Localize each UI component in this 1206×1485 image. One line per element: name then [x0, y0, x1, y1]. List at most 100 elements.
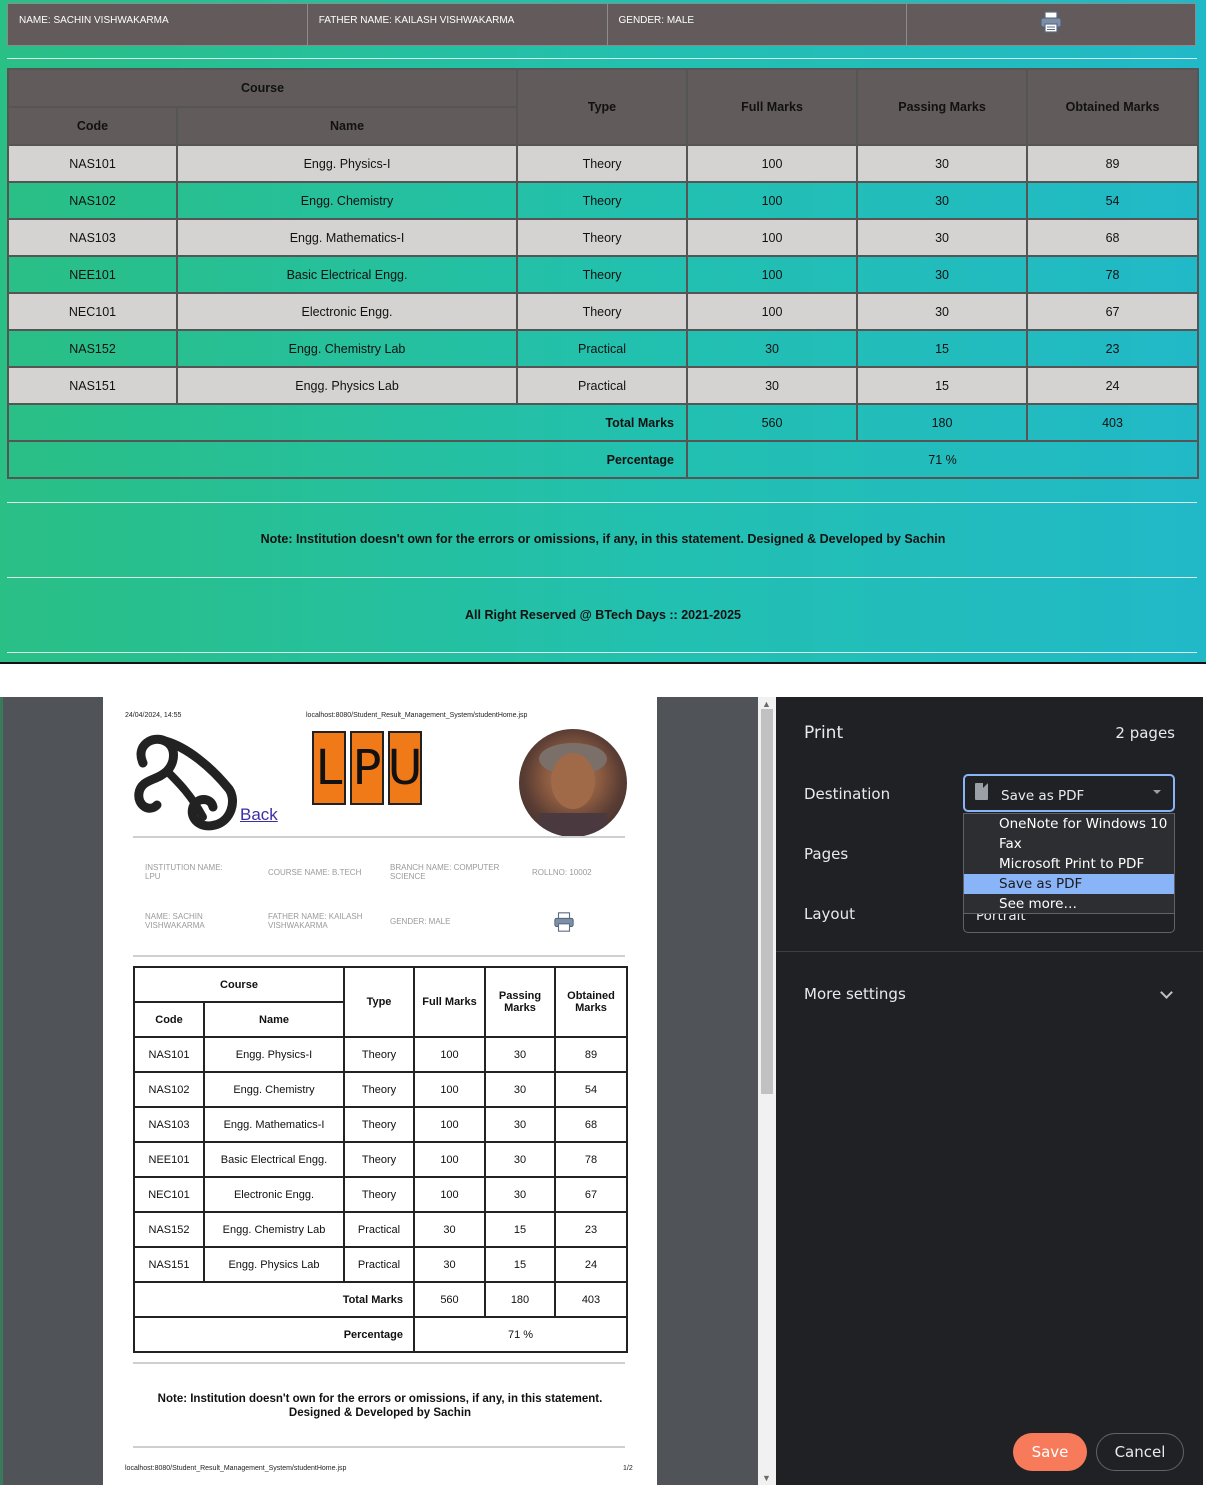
layout-label: Layout: [804, 905, 855, 923]
table-cell-full: 100: [686, 292, 859, 331]
table-cell-name: Basic Electrical Engg.: [175, 255, 519, 294]
table-cell-name: Engg. Mathematics-I: [203, 1106, 345, 1143]
logo-letter: U: [387, 731, 423, 805]
table-cell-obtained: 68: [554, 1106, 628, 1143]
passing-marks-header: Passing Marks: [484, 966, 556, 1038]
scrollbar-thumb[interactable]: [761, 709, 773, 1094]
table-cell-obtained: 23: [554, 1211, 628, 1248]
menu-option-see-more[interactable]: See more…: [964, 894, 1174, 914]
printer-icon[interactable]: [553, 911, 575, 933]
table-cell-full: 30: [686, 329, 859, 368]
gender: GENDER: MALE: [608, 4, 908, 45]
table-row: NAS101 Engg. Physics-I Theory 100 30 89: [133, 1036, 628, 1073]
table-cell-code: NAS101: [133, 1036, 205, 1073]
note-line: Designed & Developed by Sachin: [288, 1407, 472, 1419]
table-cell-full: 100: [413, 1141, 486, 1178]
menu-option-save-pdf[interactable]: Save as PDF: [964, 874, 1174, 894]
table-cell-type: Theory: [516, 218, 689, 257]
total-passing: 180: [484, 1281, 556, 1318]
table-cell-code: NAS152: [7, 329, 178, 368]
marks-table: Course Type Full Marks Passing Marks Obt…: [6, 68, 1200, 479]
table-row: NEC101 Electronic Engg. Theory 100 30 67: [7, 292, 1200, 331]
name-header: Name: [175, 106, 519, 146]
scroll-logo-icon: [134, 734, 237, 831]
table-cell-type: Theory: [516, 292, 689, 331]
percentage-row: Percentage 71 %: [6, 440, 1200, 479]
table-cell-type: Practical: [516, 366, 689, 405]
window-edge: [0, 697, 3, 1485]
obtained-marks-header: Obtained Marks: [1026, 68, 1200, 146]
table-cell-obtained: 54: [554, 1071, 628, 1108]
table-cell-obtained: 68: [1026, 218, 1200, 257]
divider: [133, 955, 625, 957]
table-cell-name: Electronic Engg.: [203, 1176, 345, 1213]
back-link[interactable]: Back: [240, 805, 278, 825]
percentage-label: Percentage: [6, 440, 689, 479]
table-cell-passing: 30: [856, 292, 1029, 331]
print-button[interactable]: [907, 4, 1195, 45]
chevron-down-icon[interactable]: [1160, 986, 1173, 999]
disclaimer-note: Note: Institution doesn't own for the er…: [260, 532, 946, 546]
gender: GENDER: MALE: [390, 917, 451, 926]
table-cell-full: 100: [413, 1176, 486, 1213]
page-count: 2 pages: [1115, 724, 1175, 742]
document-icon: [975, 783, 988, 800]
save-button[interactable]: Save: [1013, 1433, 1087, 1471]
table-cell-code: NAS102: [133, 1071, 205, 1108]
table-cell-passing: 15: [484, 1211, 556, 1248]
cancel-button[interactable]: Cancel: [1096, 1433, 1184, 1471]
table-row: NAS152 Engg. Chemistry Lab Practical 30 15 23: [133, 1211, 628, 1248]
table-cell-name: Engg. Chemistry: [203, 1071, 345, 1108]
more-settings-toggle[interactable]: More settings: [804, 985, 906, 1003]
scroll-down-icon[interactable]: ▼: [762, 1473, 771, 1483]
menu-option-microsoft-print[interactable]: Microsoft Print to PDF: [964, 854, 1174, 874]
table-cell-full: 100: [686, 255, 859, 294]
table-cell-name: Engg. Physics-I: [203, 1036, 345, 1073]
name-header: Name: [203, 1001, 345, 1038]
total-obtained: 403: [554, 1281, 628, 1318]
printer-icon[interactable]: [1039, 10, 1063, 34]
marks-table: Course Type Full Marks Passing Marks Obt…: [133, 966, 628, 1353]
table-cell-obtained: 78: [1026, 255, 1200, 294]
divider: [7, 502, 1197, 503]
table-cell-passing: 30: [856, 255, 1029, 294]
destination-select[interactable]: Save as PDF: [963, 774, 1175, 812]
scroll-up-icon[interactable]: ▲: [762, 699, 771, 709]
table-cell-obtained: 23: [1026, 329, 1200, 368]
table-row: NAS151 Engg. Physics Lab Practical 30 15 24: [133, 1246, 628, 1283]
divider: [7, 652, 1197, 653]
table-cell-type: Theory: [343, 1176, 415, 1213]
table-cell-passing: 30: [856, 218, 1029, 257]
print-preview-area[interactable]: 24/04/2024, 14:55 localhost:8080/Student…: [0, 697, 776, 1485]
table-cell-full: 100: [686, 144, 859, 183]
total-row: Total Marks 560 180 403: [6, 403, 1200, 442]
table-cell-passing: 30: [856, 181, 1029, 220]
student-photo: [519, 729, 627, 837]
table-cell-full: 100: [413, 1071, 486, 1108]
table-cell-code: NEE101: [7, 255, 178, 294]
table-cell-name: Engg. Chemistry: [175, 181, 519, 220]
code-header: Code: [133, 1001, 205, 1038]
total-label: Total Marks: [133, 1281, 415, 1318]
menu-option-fax[interactable]: Fax: [964, 834, 1174, 854]
table-cell-name: Engg. Physics Lab: [203, 1246, 345, 1283]
print-datetime: 24/04/2024, 14:55: [125, 712, 182, 719]
divider: [7, 58, 1197, 59]
full-marks-header: Full Marks: [413, 966, 486, 1038]
table-cell-name: Engg. Chemistry Lab: [175, 329, 519, 368]
preview-scrollbar[interactable]: ▲ ▼: [758, 697, 776, 1485]
table-row: NEE101 Basic Electrical Engg. Theory 100 30 7…: [7, 255, 1200, 294]
table-cell-type: Practical: [343, 1211, 415, 1248]
menu-option-onenote[interactable]: OneNote for Windows 10: [964, 814, 1174, 834]
table-row: NAS102 Engg. Chemistry Theory 100 30 54: [7, 181, 1200, 220]
table-row: NAS152 Engg. Chemistry Lab Practical 30 15 23: [7, 329, 1200, 368]
destination-dropdown-menu[interactable]: OneNote for Windows 10 Fax Microsoft Pri…: [963, 813, 1175, 914]
print-dialog: Print 2 pages Destination Save as PDF Pa…: [776, 697, 1203, 1485]
table-row: NAS151 Engg. Physics Lab Practical 30 15 24: [7, 366, 1200, 405]
table-cell-full: 100: [413, 1036, 486, 1073]
table-row: NAS103 Engg. Mathematics-I Theory 100 30 68: [133, 1106, 628, 1143]
table-cell-type: Theory: [516, 181, 689, 220]
table-row: NAS101 Engg. Physics-I Theory 100 30 89: [7, 144, 1200, 183]
table-cell-code: NAS103: [7, 218, 178, 257]
table-cell-obtained: 67: [1026, 292, 1200, 331]
